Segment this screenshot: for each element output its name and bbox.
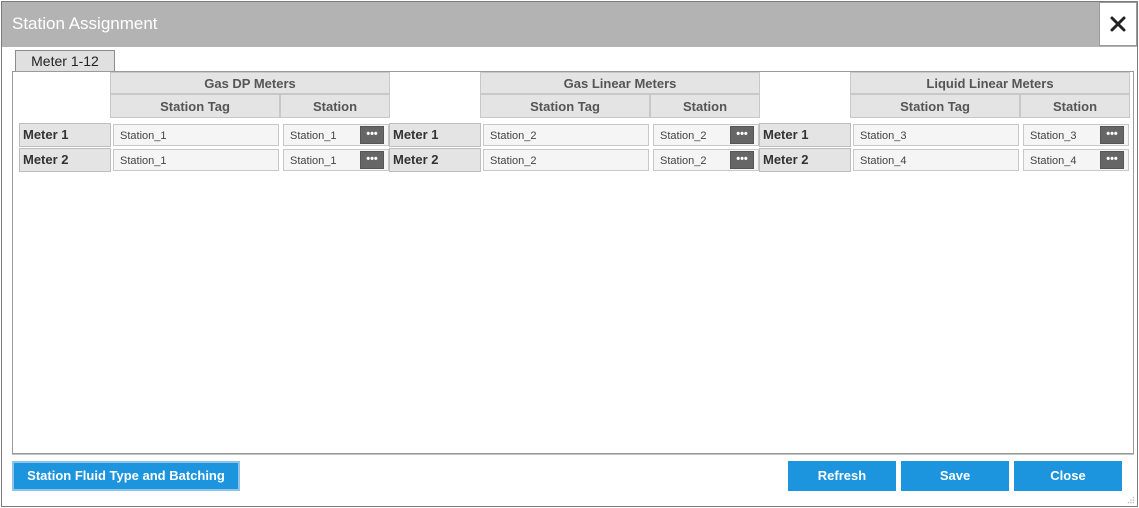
gas-linear-station-picker-button-2[interactable]: •••	[730, 151, 754, 169]
title-bar: Station Assignment	[2, 2, 1137, 47]
gas-dp-station-picker-button-2[interactable]: •••	[360, 151, 384, 169]
gas-linear-station-header: Station	[650, 94, 760, 118]
gas-dp-station-tag-header: Station Tag	[110, 94, 280, 118]
gas-linear-station-tag-header: Station Tag	[480, 94, 650, 118]
gas-dp-station-picker-button-1[interactable]: •••	[360, 126, 384, 144]
liquid-linear-row-label-2: Meter 2	[759, 148, 851, 172]
refresh-button[interactable]: Refresh	[788, 461, 896, 491]
close-button[interactable]: Close	[1014, 461, 1122, 491]
gas-linear-row-label-1: Meter 1	[389, 123, 481, 147]
liquid-linear-station-tag-field-1[interactable]: Station_3	[853, 124, 1019, 146]
gas-dp-row-label-1: Meter 1	[19, 123, 111, 147]
liquid-linear-station-tag-field-2[interactable]: Station_4	[853, 149, 1019, 171]
close-dialog-button[interactable]	[1099, 2, 1137, 46]
gas-linear-station-picker-button-1[interactable]: •••	[730, 126, 754, 144]
meter-grid-panel: Gas DP Meters Station Tag Station Meter …	[12, 71, 1134, 454]
liquid-linear-row-label-1: Meter 1	[759, 123, 851, 147]
tab-strip: Meter 1-12	[12, 49, 1134, 72]
gas-linear-station-tag-field-2[interactable]: Station_2	[483, 149, 649, 171]
liquid-linear-station-header: Station	[1020, 94, 1130, 118]
liquid-linear-station-picker-button-2[interactable]: •••	[1100, 151, 1124, 169]
save-button[interactable]: Save	[901, 461, 1009, 491]
dialog-title: Station Assignment	[12, 14, 158, 33]
gas-dp-station-tag-field-2[interactable]: Station_1	[113, 149, 279, 171]
liquid-linear-station-tag-header: Station Tag	[850, 94, 1020, 118]
resize-grip-icon[interactable]	[1127, 496, 1135, 504]
station-fluid-type-button[interactable]: Station Fluid Type and Batching	[12, 461, 240, 491]
dialog-footer: Station Fluid Type and Batching Refresh …	[12, 454, 1134, 502]
gas-dp-row-label-2: Meter 2	[19, 148, 111, 172]
liquid-linear-station-picker-button-1[interactable]: •••	[1100, 126, 1124, 144]
gas-linear-row-label-2: Meter 2	[389, 148, 481, 172]
station-assignment-dialog: Station Assignment Meter 1-12 Gas DP Met…	[1, 1, 1138, 507]
close-icon	[1110, 16, 1126, 32]
gas-dp-station-header: Station	[280, 94, 390, 118]
liquid-linear-meters-header: Liquid Linear Meters	[850, 72, 1130, 94]
tab-meter-1-12[interactable]: Meter 1-12	[15, 50, 115, 72]
gas-dp-meters-header: Gas DP Meters	[110, 72, 390, 94]
gas-linear-station-tag-field-1[interactable]: Station_2	[483, 124, 649, 146]
gas-linear-meters-header: Gas Linear Meters	[480, 72, 760, 94]
gas-dp-station-tag-field-1[interactable]: Station_1	[113, 124, 279, 146]
